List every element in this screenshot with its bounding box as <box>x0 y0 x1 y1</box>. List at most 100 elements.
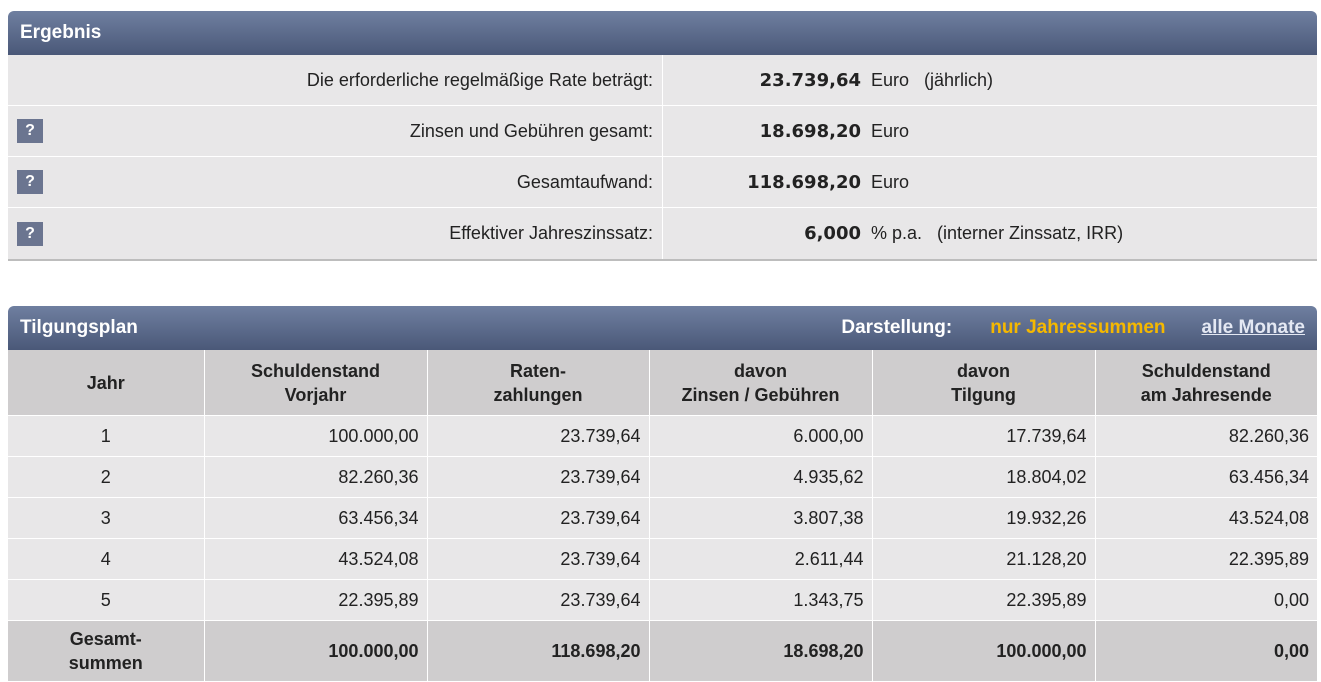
result-label: Effektiver Jahreszinssatz: <box>449 223 653 243</box>
result-label-cell: ? Effektiver Jahreszinssatz: <box>8 208 663 259</box>
ergebnis-header: Ergebnis <box>8 11 1317 55</box>
help-icon[interactable]: ? <box>17 221 43 246</box>
result-label-cell: ? Gesamtaufwand: <box>8 157 663 207</box>
amount-cell: 82.260,36 <box>1095 415 1317 457</box>
column-header: Schuldenstand am Jahresende <box>1095 350 1317 416</box>
option-nur-jahressummen: nur Jahressummen <box>990 317 1166 338</box>
tilgungsplan-header: Tilgungsplan Darstellung: nur Jahressumm… <box>8 306 1317 350</box>
column-header-line2: zahlungen <box>493 384 583 405</box>
tilgungsplan-table: Jahr Schuldenstand Vorjahr Raten-zahlungen d… <box>8 350 1317 682</box>
total-label-cell: Gesamt-summen <box>8 620 205 682</box>
amount-cell: 19.932,26 <box>872 497 1096 539</box>
amount-cell: 1.343,75 <box>649 579 873 621</box>
result-row-rate: Die erforderliche regelmäßige Rate beträ… <box>8 55 1317 106</box>
year-cell: 2 <box>8 456 205 498</box>
result-value-cell: 18.698,20 Euro <box>663 106 1317 156</box>
amount-cell: 21.128,20 <box>872 538 1096 580</box>
option-alle-monate-link[interactable]: alle Monate <box>1202 317 1305 339</box>
amount-cell: 0,00 <box>1095 579 1317 621</box>
total-amount-cell: 100.000,00 <box>872 620 1096 682</box>
result-value: 6,000 <box>804 223 861 244</box>
column-header: Jahr <box>8 350 205 416</box>
amount-cell: 100.000,00 <box>204 415 428 457</box>
amount-cell: 2.611,44 <box>649 538 873 580</box>
amount-cell: 23.739,64 <box>427 497 650 539</box>
result-label-cell: ? Zinsen und Gebühren gesamt: <box>8 106 663 156</box>
column-header: Schuldenstand Vorjahr <box>204 350 428 416</box>
column-header-line1: davon <box>956 360 1010 381</box>
tilgungsplan-title: Tilgungsplan <box>20 317 138 338</box>
result-value: 18.698,20 <box>759 120 861 142</box>
amount-cell: 22.395,89 <box>204 579 428 621</box>
amount-cell: 22.395,89 <box>872 579 1096 621</box>
total-amount-cell: 18.698,20 <box>649 620 873 682</box>
result-label: Zinsen und Gebühren gesamt: <box>409 120 653 141</box>
result-value-cell: 118.698,20 Euro <box>663 157 1317 207</box>
table-header-row: Jahr Schuldenstand Vorjahr Raten-zahlungen d… <box>8 350 1317 416</box>
result-row-gesamtaufwand: ? Gesamtaufwand: 118.698,20 Euro <box>8 157 1317 208</box>
amount-cell: 23.739,64 <box>427 415 650 457</box>
year-cell: 1 <box>8 415 205 457</box>
year-cell: 5 <box>8 579 205 621</box>
total-amount-cell: 100.000,00 <box>204 620 428 682</box>
result-note: (interner Zinssatz, IRR) <box>937 223 1124 243</box>
tilgungsplan-panel: Tilgungsplan Darstellung: nur Jahressumm… <box>8 306 1317 682</box>
result-value: 23.739,64 <box>759 69 861 91</box>
help-icon[interactable]: ? <box>17 119 43 143</box>
amount-cell: 23.739,64 <box>427 579 650 621</box>
amount-cell: 4.935,62 <box>649 456 873 498</box>
table-row: 5 22.395,89 23.739,64 1.343,75 22.395,89 0,00 <box>8 579 1317 621</box>
column-header-line1: davon <box>733 360 787 381</box>
column-header: davon Zinsen / Gebühren <box>649 350 873 416</box>
total-label-line2: summen <box>68 653 143 673</box>
ergebnis-rows: Die erforderliche regelmäßige Rate beträ… <box>8 55 1317 261</box>
result-note: (jährlich) <box>924 69 994 90</box>
amount-cell: 82.260,36 <box>204 456 428 498</box>
ergebnis-panel: Ergebnis Die erforderliche regelmäßige R… <box>8 11 1317 261</box>
result-label-cell: Die erforderliche regelmäßige Rate beträ… <box>8 55 663 105</box>
total-amount-cell: 0,00 <box>1095 620 1317 682</box>
amount-cell: 18.804,02 <box>872 456 1096 498</box>
result-value: 118.698,20 <box>747 171 861 193</box>
result-unit: Euro <box>871 120 910 141</box>
ergebnis-title: Ergebnis <box>20 22 102 43</box>
amount-cell: 17.739,64 <box>872 415 1096 457</box>
column-header-line2: Zinsen / Gebühren <box>681 384 840 405</box>
amount-cell: 6.000,00 <box>649 415 873 457</box>
result-unit: Euro <box>871 171 910 192</box>
column-header-line1: Raten- <box>509 360 566 381</box>
total-amount-cell: 118.698,20 <box>427 620 650 682</box>
total-row: Gesamt-summen 100.000,00 118.698,20 18.698,… <box>8 620 1317 682</box>
amount-cell: 23.739,64 <box>427 456 650 498</box>
column-header: davon Tilgung <box>872 350 1096 416</box>
amount-cell: 63.456,34 <box>204 497 428 539</box>
column-header-line2: Vorjahr <box>284 384 347 405</box>
help-icon[interactable]: ? <box>17 170 43 194</box>
table-row: 3 63.456,34 23.739,64 3.807,38 19.932,26 43.5… <box>8 497 1317 539</box>
column-header-line2: Tilgung <box>951 384 1016 405</box>
darstellung-switch: Darstellung: nur Jahressummen alle Monat… <box>841 317 1305 339</box>
amount-cell: 22.395,89 <box>1095 538 1317 580</box>
darstellung-label: Darstellung: <box>841 317 953 338</box>
column-header-line1: Jahr <box>86 372 125 393</box>
year-cell: 4 <box>8 538 205 580</box>
amount-cell: 43.524,08 <box>204 538 428 580</box>
amount-cell: 23.739,64 <box>427 538 650 580</box>
result-row-zinsen-gebuehren: ? Zinsen und Gebühren gesamt: 18.698,20 Eur… <box>8 106 1317 157</box>
column-header: Raten-zahlungen <box>427 350 650 416</box>
table-row: 4 43.524,08 23.739,64 2.611,44 21.128,20 22.3… <box>8 538 1317 580</box>
table-row: 2 82.260,36 23.739,64 4.935,62 18.804,02 63.4… <box>8 456 1317 498</box>
column-header-line2: am Jahresende <box>1140 384 1272 405</box>
result-row-effektiver-zins: ? Effektiver Jahreszinssatz: 6,000 % p.a. (i… <box>8 208 1317 261</box>
result-label: Gesamtaufwand: <box>516 171 653 192</box>
amount-cell: 3.807,38 <box>649 497 873 539</box>
amount-cell: 63.456,34 <box>1095 456 1317 498</box>
result-label: Die erforderliche regelmäßige Rate beträ… <box>306 69 653 90</box>
amount-cell: 43.524,08 <box>1095 497 1317 539</box>
result-value-cell: 23.739,64 Euro (jährlich) <box>663 55 1317 105</box>
year-cell: 3 <box>8 497 205 539</box>
total-label-line1: Gesamt- <box>69 629 142 649</box>
column-header-line1: Schuldenstand <box>250 360 380 381</box>
result-unit: Euro <box>871 69 910 90</box>
result-unit: % p.a. <box>871 223 923 243</box>
